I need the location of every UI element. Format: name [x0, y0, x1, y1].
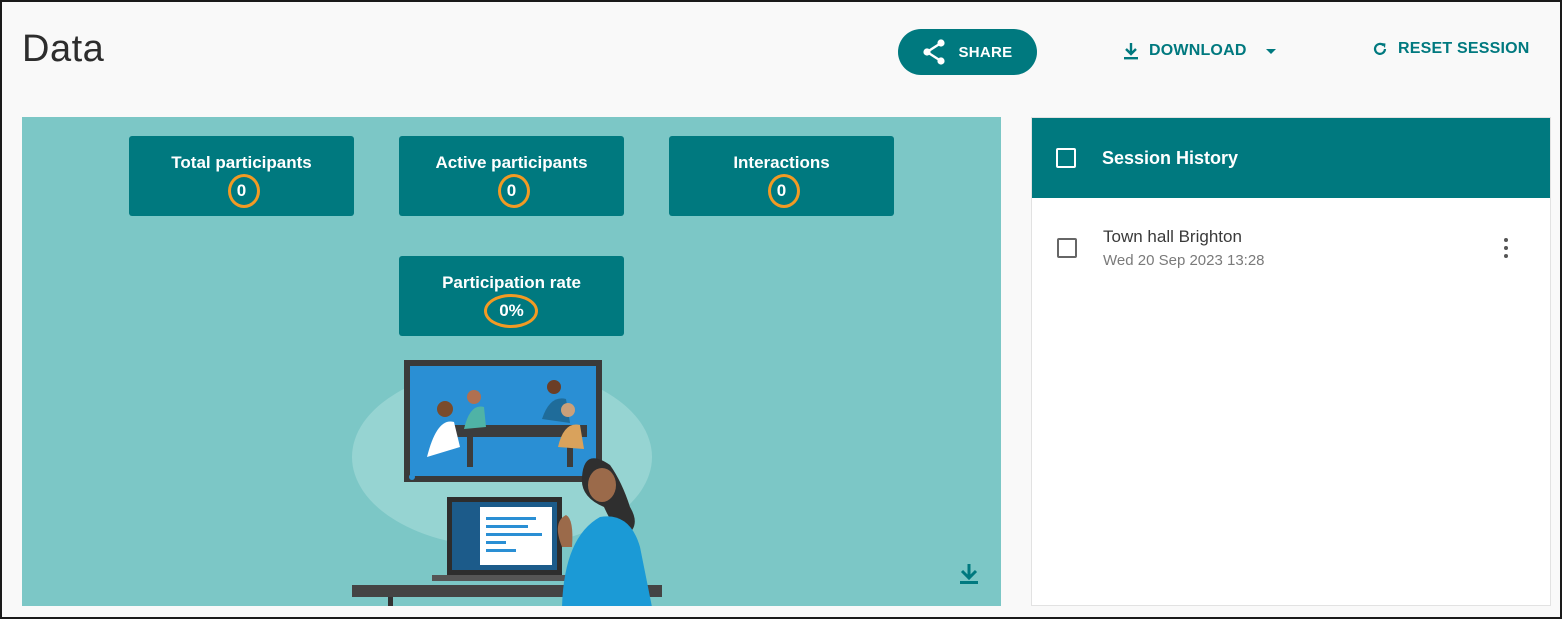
- share-label: SHARE: [958, 43, 1013, 61]
- stat-label: Participation rate: [442, 273, 581, 292]
- share-button[interactable]: SHARE: [898, 29, 1037, 75]
- download-label: DOWNLOAD: [1149, 42, 1247, 59]
- stat-value-wrap: 0: [497, 174, 530, 208]
- meeting-illustration: [352, 360, 662, 606]
- stat-card-total-participants: Total participants 0: [129, 136, 354, 216]
- session-history-panel: Session History Town hall Brighton Wed 2…: [1031, 117, 1551, 606]
- session-history-title: Session History: [1102, 147, 1239, 168]
- stat-value: 0: [236, 181, 247, 200]
- stat-value: 0%: [499, 301, 524, 320]
- more-vertical-icon[interactable]: [1499, 235, 1513, 261]
- stat-card-interactions: Interactions 0: [669, 136, 894, 216]
- dot: [1504, 238, 1508, 242]
- stat-value-wrap: 0: [767, 174, 800, 208]
- caret-down-icon: [1265, 49, 1276, 54]
- dot: [1504, 246, 1508, 250]
- stat-value-wrap: 0%: [484, 294, 539, 328]
- refresh-icon: [1373, 42, 1387, 55]
- session-name: Town hall Brighton: [1103, 227, 1242, 246]
- stat-label: Interactions: [733, 153, 830, 172]
- dot: [1504, 254, 1508, 258]
- list-item[interactable]: Town hall Brighton Wed 20 Sep 2023 13:28: [1032, 225, 1550, 279]
- download-icon: [1124, 43, 1138, 60]
- session-checkbox[interactable]: [1057, 238, 1077, 258]
- data-page: Data SHARE DOWNLOAD RESET SESSION Total …: [0, 0, 1562, 619]
- stat-card-active-participants: Active participants 0: [399, 136, 624, 216]
- stat-value: 0: [506, 181, 517, 200]
- download-icon[interactable]: [958, 562, 980, 586]
- reset-session-label: RESET SESSION: [1398, 40, 1530, 57]
- stat-card-participation-rate: Participation rate 0%: [399, 256, 624, 336]
- select-all-checkbox[interactable]: [1056, 148, 1076, 168]
- download-button[interactable]: DOWNLOAD: [1123, 42, 1279, 60]
- session-timestamp: Wed 20 Sep 2023 13:28: [1103, 252, 1265, 269]
- session-history-header: Session History: [1032, 118, 1550, 198]
- reset-session-button[interactable]: RESET SESSION: [1372, 40, 1530, 58]
- stat-label: Total participants: [171, 153, 312, 172]
- page-title: Data: [22, 28, 105, 70]
- share-icon: [923, 39, 946, 65]
- stat-value: 0: [776, 181, 787, 200]
- stat-label: Active participants: [435, 153, 588, 172]
- stat-value-wrap: 0: [227, 174, 260, 208]
- dashboard-panel: Total participants 0 Active participants…: [22, 117, 1001, 606]
